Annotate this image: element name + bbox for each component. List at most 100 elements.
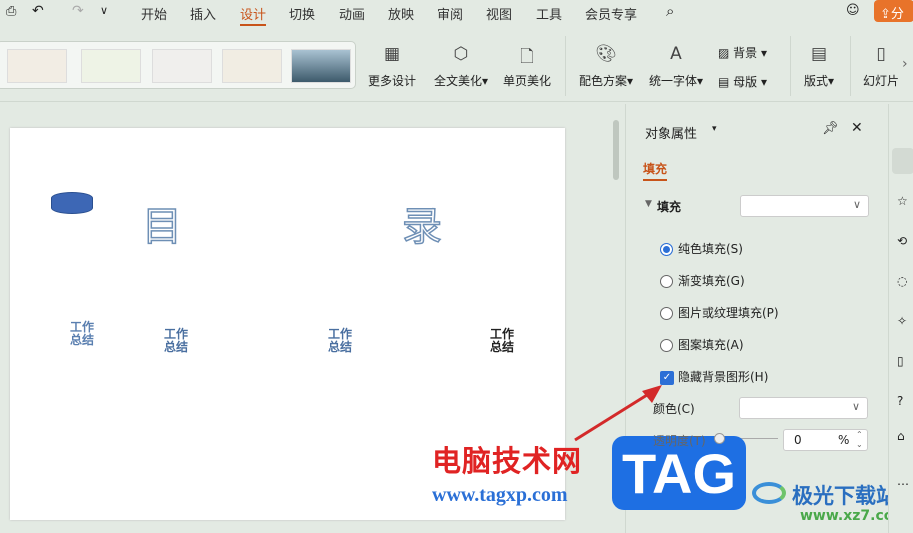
theme-thumb[interactable] (291, 49, 351, 83)
value: 0 (794, 433, 802, 447)
collapse-triangle-icon[interactable]: ▼ (645, 199, 652, 209)
checkbox-checked-icon[interactable]: ✓ (660, 370, 674, 385)
redo-icon[interactable]: ↷ (72, 3, 84, 19)
menu-review[interactable]: 审阅 (437, 4, 463, 23)
label: 纯色填充(S) (678, 242, 743, 256)
layout-button[interactable]: ▤ 版式▾ (798, 44, 840, 89)
transparency-input[interactable]: 0 % ⌃ ⌄ (783, 429, 868, 451)
cylinder-shape[interactable] (51, 192, 93, 214)
chevron-down-icon[interactable]: ▾ (712, 124, 717, 134)
chevron-down-icon: ∨ (851, 400, 860, 413)
label: 幻灯片 (862, 74, 899, 88)
page-icon[interactable]: ▯ (897, 354, 904, 368)
grid-brush-icon: ▦ (383, 44, 401, 64)
watermark-site2: 极光下载站 (792, 484, 897, 508)
undo-icon[interactable]: ↶ (32, 3, 44, 19)
xz7-logo-icon (752, 482, 786, 504)
menu-slideshow[interactable]: 放映 (388, 4, 414, 23)
unify-font-button[interactable]: A 统一字体▾ (645, 44, 707, 89)
label: 版式 (803, 74, 828, 88)
master-icon: ▤ (718, 75, 730, 89)
page-beautify-button[interactable]: 🗋 单页美化 (500, 44, 554, 89)
item-text[interactable]: 工作 总结 (158, 328, 194, 354)
shape-icon[interactable]: ◌ (897, 274, 907, 288)
more-design-button[interactable]: ▦ 更多设计 (366, 44, 418, 89)
menu-animation[interactable]: 动画 (339, 4, 365, 23)
share-label: 分 (890, 7, 904, 22)
radio-solid-fill[interactable]: 纯色填充(S) (660, 240, 743, 257)
slide-button[interactable]: ▯ 幻灯片 (860, 44, 902, 89)
comment-icon[interactable]: ☺ (846, 3, 860, 18)
layout-icon: ▤ (810, 44, 828, 64)
color-dropdown[interactable]: ∨ (739, 397, 868, 419)
item-text[interactable]: 工作 总结 (64, 321, 100, 347)
shirt-icon[interactable]: ⌂ (897, 429, 905, 443)
panel-title[interactable]: 对象属性 (645, 123, 697, 142)
section-label: 填充 (657, 200, 682, 214)
more-icon[interactable]: … (897, 474, 909, 488)
transform-icon[interactable]: ⟲ (897, 234, 907, 248)
title-left[interactable]: 目 (141, 194, 183, 252)
radio-button[interactable] (660, 339, 673, 352)
palette-icon: 🎨︎ (595, 44, 617, 64)
radio-button[interactable] (660, 307, 673, 320)
master-button[interactable]: ▤ 母版 ▾ (718, 73, 767, 90)
label: 渐变填充(G) (678, 274, 745, 288)
full-beautify-button[interactable]: ⬡ 全文美化▾ (430, 44, 492, 89)
property-tab-icon[interactable] (892, 148, 913, 174)
label: 隐藏背景图形(H) (678, 370, 769, 384)
item-text[interactable]: 工作 总结 (484, 328, 520, 354)
label: 图案填充(A) (678, 338, 744, 352)
divider (565, 36, 566, 96)
radio-gradient-fill[interactable]: 渐变填充(G) (660, 272, 745, 289)
close-icon[interactable]: ✕ (851, 120, 863, 136)
background-icon: ▨ (718, 46, 730, 60)
label: 母版 (733, 75, 758, 89)
menu-design[interactable]: 设计 (240, 4, 267, 26)
radio-button[interactable] (660, 275, 673, 288)
radio-button[interactable] (660, 243, 673, 256)
theme-thumb[interactable] (81, 49, 141, 83)
item-text[interactable]: 工作 总结 (322, 328, 358, 354)
label: 背景 (733, 46, 758, 60)
menu-tools[interactable]: 工具 (536, 4, 562, 23)
label: 图片或纹理填充(P) (678, 306, 779, 320)
title-bar: ⎙ ↶ ↷ ∨ 开始 插入 设计 切换 动画 放映 审阅 视图 工具 会员专享 … (0, 0, 913, 26)
star-icon[interactable]: ☆ (897, 194, 908, 208)
ribbon-scroll-right-icon[interactable]: › (902, 56, 908, 72)
slide-icon: ▯ (876, 44, 886, 64)
cube-icon: ⬡ (453, 44, 469, 64)
menu-transition[interactable]: 切换 (289, 4, 315, 23)
pin-icon[interactable]: 📌︎ (822, 121, 839, 136)
label: 配色方案 (578, 74, 627, 88)
slider-handle[interactable] (714, 433, 725, 444)
menu-member[interactable]: 会员专享 (585, 4, 637, 23)
theme-thumb[interactable] (222, 49, 282, 83)
hide-background-checkbox[interactable]: ✓ 隐藏背景图形(H) (660, 368, 768, 385)
title-right[interactable]: 录 (401, 194, 443, 252)
color-scheme-button[interactable]: 🎨︎ 配色方案▾ (575, 44, 637, 89)
menu-home[interactable]: 开始 (141, 4, 167, 23)
tab-fill[interactable]: 填充 (643, 160, 668, 181)
theme-thumb[interactable] (7, 49, 67, 83)
spinner-icon[interactable]: ⌃ ⌄ (856, 430, 863, 450)
magic-icon[interactable]: ✧ (897, 314, 907, 328)
label: 单页美化 (502, 74, 551, 88)
search-icon[interactable]: ⌕ (666, 2, 674, 20)
font-icon: A (670, 44, 682, 64)
theme-thumb[interactable] (152, 49, 212, 83)
menu-view[interactable]: 视图 (486, 4, 512, 23)
help-icon[interactable]: ? (897, 394, 903, 408)
fill-dropdown[interactable]: ∨ (740, 195, 869, 217)
chevron-down-icon: ∨ (852, 198, 861, 211)
watermark-url1: www.tagxp.com (432, 484, 568, 506)
radio-pattern-fill[interactable]: 图案填充(A) (660, 336, 744, 353)
print-preview-icon[interactable]: ⎙ (6, 4, 16, 19)
share-button[interactable]: ⇪分 (874, 0, 913, 22)
menu-insert[interactable]: 插入 (190, 4, 216, 23)
radio-picture-fill[interactable]: 图片或纹理填充(P) (660, 304, 779, 321)
background-button[interactable]: ▨ 背景 ▾ (718, 44, 767, 61)
chevron-down-icon[interactable]: ∨ (100, 4, 108, 17)
right-toolbar: ☆ ⟲ ◌ ✧ ▯ ? ⌂ … (888, 104, 913, 533)
vertical-scrollbar[interactable] (613, 120, 619, 180)
